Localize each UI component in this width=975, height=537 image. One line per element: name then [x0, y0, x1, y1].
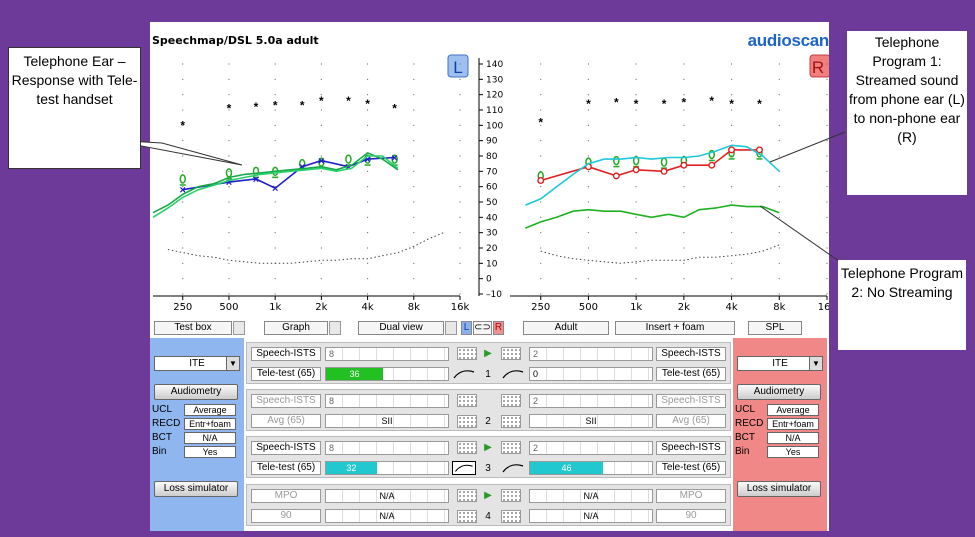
callout-telephone-ear: Telephone Ear – Response with Tele-test …	[8, 47, 141, 169]
callout-program-1: Telephone Program 1: Streamed sound from…	[847, 31, 967, 195]
callout-program-2: Telephone Program 2: No Streaming	[838, 260, 966, 350]
callout-3-pointer	[759, 205, 847, 267]
callout-2-pointer	[769, 131, 846, 163]
callout-pointers	[109, 131, 847, 267]
